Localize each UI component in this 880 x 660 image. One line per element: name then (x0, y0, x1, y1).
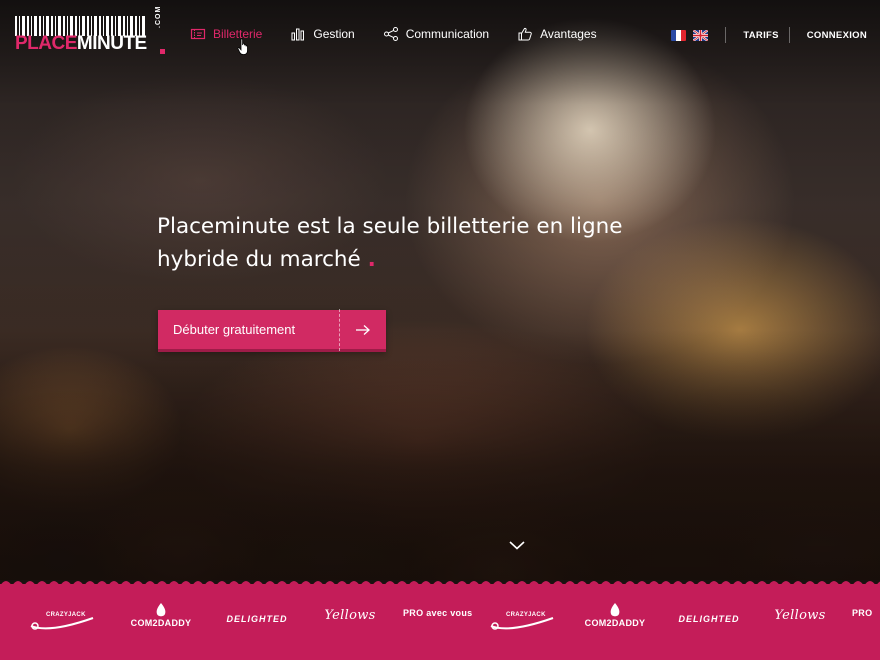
headline-line-2: hybride du marché . (157, 247, 376, 272)
nav-label-gestion: Gestion (313, 27, 355, 41)
hand-cursor-icon (237, 38, 248, 55)
placeminute-logo[interactable]: PLACEMINUTE .COM (15, 6, 165, 56)
pro-avec-vous-logo: PRO avec vous (403, 608, 473, 618)
divider (788, 27, 790, 43)
logo-suffix: .COM (155, 5, 162, 28)
nav-label-avantages: Avantages (540, 27, 597, 41)
com2daddy-logo: COM2DADDY (126, 602, 196, 628)
crazyjack-logo-2: CRAZYJACK (488, 610, 558, 634)
headline-dot: . (367, 247, 376, 272)
logo-dot (160, 49, 165, 54)
start-free-button[interactable]: Débuter gratuitement (158, 308, 386, 352)
delighted-logo: DELIGHTED (226, 614, 288, 624)
tarifs-link[interactable]: TARIFS (743, 30, 778, 41)
ticket-icon (190, 28, 206, 40)
header-utility: TARIFS CONNEXION (671, 26, 867, 44)
yellows-logo-2: Yellows (774, 608, 826, 623)
delighted-logo-2: DELIGHTED (678, 614, 740, 624)
nav-item-communication[interactable]: Communication (383, 26, 489, 42)
thumbs-up-icon (518, 27, 532, 41)
site-header: PLACEMINUTE .COM Billetterie Gestion Com… (0, 0, 880, 70)
bar-chart-icon (291, 28, 305, 41)
fr-flag-icon[interactable] (671, 29, 687, 41)
hero-vignette (0, 0, 880, 580)
hero-background (0, 0, 880, 580)
hero-headline: Placeminute est la seule billetterie en … (157, 210, 677, 276)
connexion-link[interactable]: CONNEXION (807, 30, 867, 41)
cta-label: Débuter gratuitement (173, 322, 296, 337)
headline-line-1: Placeminute est la seule billetterie en … (157, 214, 623, 239)
com2daddy-logo-2: COM2DADDY (580, 602, 650, 628)
divider (725, 27, 727, 43)
nav-item-billetterie[interactable]: Billetterie (190, 26, 262, 42)
yellows-logo: Yellows (324, 608, 376, 623)
share-icon (383, 27, 398, 41)
pro-logo-partial: PRO (852, 608, 873, 618)
nav-item-gestion[interactable]: Gestion (290, 26, 355, 42)
arrow-right-icon (340, 324, 386, 336)
nav-label-communication: Communication (405, 27, 490, 41)
uk-flag-icon[interactable] (693, 29, 709, 41)
crazyjack-logo: CRAZYJACK (28, 610, 98, 634)
nav-item-avantages[interactable]: Avantages (517, 26, 597, 42)
chevron-down-icon[interactable] (508, 539, 526, 551)
partner-logos: CRAZYJACK COM2DADDY DELIGHTED Yellows PR… (0, 598, 880, 648)
logo-wordmark: PLACEMINUTE (15, 33, 147, 54)
